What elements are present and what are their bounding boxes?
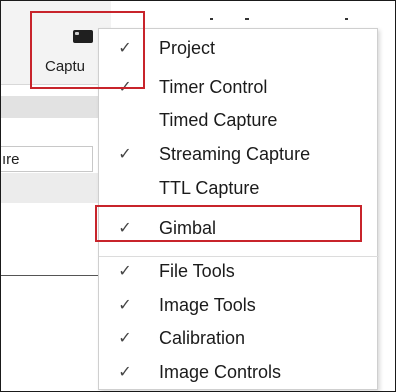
panel-divider [1,275,101,276]
check-icon: ✓ [118,261,132,280]
background-mark [245,18,249,20]
background-mark [210,18,213,20]
capture-mode-field[interactable]: ıre [1,146,93,172]
menu-item-calibration[interactable]: ✓ Calibration [99,324,379,352]
panel-band [1,173,111,203]
capture-highlight-box [30,11,145,89]
capture-mode-value: ıre [2,151,20,168]
check-icon: ✓ [118,362,132,381]
menu-item-image-controls[interactable]: ✓ Image Controls [99,358,379,386]
menu-item-label: Image Controls [159,362,282,382]
menu-item-ttl-capture[interactable]: TTL Capture [99,174,379,202]
menu-item-timed-capture[interactable]: Timed Capture [99,106,379,134]
menu-item-label: Calibration [159,328,246,348]
background-mark [345,18,348,20]
menu-item-streaming-capture[interactable]: ✓ Streaming Capture [99,140,379,168]
check-icon: ✓ [118,328,132,347]
toolbar-band [1,96,111,118]
menu-item-image-tools[interactable]: ✓ Image Tools [99,291,379,319]
gimbal-highlight-box [95,205,362,242]
menu-item-label: TTL Capture [159,178,260,198]
check-icon: ✓ [118,295,132,314]
check-icon: ✓ [118,144,132,163]
menu-item-label: Timer Control [159,77,268,97]
menu-item-label: Image Tools [159,295,256,315]
menu-item-label: Streaming Capture [159,144,311,164]
menu-item-label: Timed Capture [159,110,278,130]
menu-item-label: File Tools [159,261,235,281]
menu-item-file-tools[interactable]: ✓ File Tools [99,257,379,285]
menu-item-label: Project [159,38,216,58]
